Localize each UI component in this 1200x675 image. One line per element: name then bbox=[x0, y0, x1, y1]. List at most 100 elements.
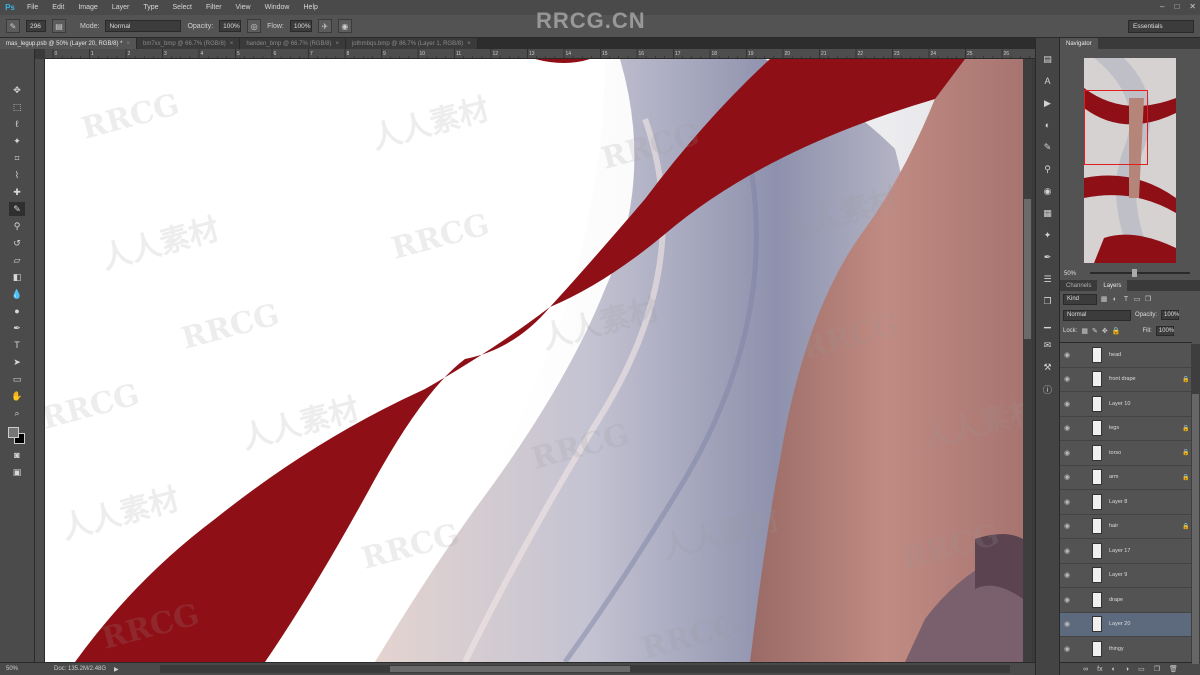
tab-document-2[interactable]: bm7xx_bmp @ 66.7% (RGB/8) × bbox=[137, 38, 241, 49]
menu-window[interactable]: Window bbox=[258, 4, 297, 11]
tool-presets-icon[interactable]: ⚒ bbox=[1041, 360, 1055, 374]
visibility-eye-icon[interactable]: ◉ bbox=[1060, 473, 1074, 481]
layer-thumbnail[interactable] bbox=[1092, 616, 1102, 633]
lasso-tool-icon[interactable]: ℓ bbox=[9, 117, 25, 131]
menu-help[interactable]: Help bbox=[297, 4, 325, 11]
visibility-eye-icon[interactable]: ◉ bbox=[1060, 400, 1074, 408]
canvas-horizontal-scrollbar[interactable] bbox=[160, 665, 1010, 673]
airbrush-icon[interactable]: ✈ bbox=[317, 19, 332, 33]
type-filter-icon[interactable]: T bbox=[1122, 294, 1130, 304]
layer-name[interactable]: head bbox=[1109, 352, 1182, 358]
blur-tool-icon[interactable]: 💧 bbox=[9, 287, 25, 301]
layer-thumbnail[interactable] bbox=[1092, 420, 1102, 437]
screen-mode-icon[interactable]: ▣ bbox=[9, 465, 25, 479]
tab-channels[interactable]: Channels bbox=[1060, 280, 1097, 291]
layer-row[interactable]: ◉ Layer 10 bbox=[1060, 392, 1192, 417]
close-icon[interactable]: ✕ bbox=[1189, 2, 1196, 11]
zoom-tool-icon[interactable]: ⌕ bbox=[9, 406, 25, 420]
delete-layer-icon[interactable]: 🗑 bbox=[1169, 665, 1178, 673]
layer-name[interactable]: arm bbox=[1109, 474, 1182, 480]
layer-name[interactable]: thingy bbox=[1109, 646, 1182, 652]
path-select-tool-icon[interactable]: ➤ bbox=[9, 355, 25, 369]
layer-thumbnail[interactable] bbox=[1092, 346, 1102, 363]
color-swatches[interactable] bbox=[8, 427, 26, 445]
history-brush-tool-icon[interactable]: ↺ bbox=[9, 236, 25, 250]
clone-source-icon[interactable]: ⚲ bbox=[1041, 162, 1055, 176]
eraser-tool-icon[interactable]: ▱ bbox=[9, 253, 25, 267]
shape-tool-icon[interactable]: ▭ bbox=[9, 372, 25, 386]
workspace-select[interactable]: Essentials bbox=[1128, 20, 1194, 33]
adjustment-layer-icon[interactable]: ◑ bbox=[1125, 666, 1129, 673]
hand-tool-icon[interactable]: ✋ bbox=[9, 389, 25, 403]
close-icon[interactable]: × bbox=[126, 41, 130, 47]
layer-row[interactable]: ◉ drape bbox=[1060, 588, 1192, 613]
layer-kind-select[interactable]: Kind bbox=[1063, 293, 1097, 305]
info-icon[interactable]: ⓘ bbox=[1041, 382, 1055, 396]
adjustment-filter-icon[interactable]: ◐ bbox=[1111, 294, 1119, 304]
properties-icon[interactable]: ☰ bbox=[1041, 272, 1055, 286]
visibility-eye-icon[interactable]: ◉ bbox=[1060, 351, 1074, 359]
visibility-eye-icon[interactable]: ◉ bbox=[1060, 596, 1074, 604]
layer-name[interactable]: front drape bbox=[1109, 376, 1182, 382]
add-mask-icon[interactable]: ◐ bbox=[1112, 666, 1116, 673]
mode-select[interactable]: Normal bbox=[105, 20, 182, 32]
move-tool-icon[interactable]: ✥ bbox=[9, 83, 25, 97]
text-icon[interactable]: A bbox=[1041, 74, 1055, 88]
layer-row[interactable]: ◉ Layer 17 bbox=[1060, 539, 1192, 564]
layer-thumbnail[interactable] bbox=[1092, 591, 1102, 608]
layer-row[interactable]: ◉ torso 🔒 bbox=[1060, 441, 1192, 466]
visibility-eye-icon[interactable]: ◉ bbox=[1060, 498, 1074, 506]
layer-thumbnail[interactable] bbox=[1092, 493, 1102, 510]
new-group-icon[interactable]: ▭ bbox=[1138, 665, 1145, 673]
layer-row[interactable]: ◉ Layer 8 bbox=[1060, 490, 1192, 515]
layer-name[interactable]: torso bbox=[1109, 450, 1182, 456]
swatches-icon[interactable]: ▦ bbox=[1041, 206, 1055, 220]
zoom-level[interactable]: 50% bbox=[0, 666, 24, 672]
menu-image[interactable]: Image bbox=[71, 4, 104, 11]
brush-presets-icon[interactable]: ✎ bbox=[1041, 140, 1055, 154]
histogram-icon[interactable]: ▁ bbox=[1041, 316, 1055, 330]
layer-name[interactable]: drape bbox=[1109, 597, 1182, 603]
menu-edit[interactable]: Edit bbox=[45, 4, 71, 11]
close-icon[interactable]: × bbox=[335, 41, 339, 47]
brush-panel-icon[interactable]: ▤ bbox=[52, 19, 66, 33]
brush-tool-icon[interactable]: ✎ bbox=[9, 202, 25, 216]
layers-scrollbar[interactable] bbox=[1191, 344, 1200, 664]
menu-file[interactable]: File bbox=[20, 4, 45, 11]
layer-row[interactable]: ◉ front drape 🔒 bbox=[1060, 367, 1192, 392]
actions-icon[interactable]: ▶ bbox=[1041, 96, 1055, 110]
menu-select[interactable]: Select bbox=[166, 4, 199, 11]
layer-name[interactable]: Layer 9 bbox=[1109, 572, 1182, 578]
layer-thumbnail[interactable] bbox=[1092, 542, 1102, 559]
quick-mask-icon[interactable]: ◙ bbox=[9, 448, 25, 462]
maximize-icon[interactable]: □ bbox=[1174, 2, 1179, 11]
visibility-eye-icon[interactable]: ◉ bbox=[1060, 522, 1074, 530]
dodge-tool-icon[interactable]: ● bbox=[9, 304, 25, 318]
pressure-size-icon[interactable]: ◉ bbox=[337, 19, 352, 33]
visibility-eye-icon[interactable]: ◉ bbox=[1060, 547, 1074, 555]
visibility-eye-icon[interactable]: ◉ bbox=[1060, 424, 1074, 432]
menu-type[interactable]: Type bbox=[136, 4, 165, 11]
visibility-eye-icon[interactable]: ◉ bbox=[1060, 571, 1074, 579]
scroll-thumb[interactable] bbox=[1192, 394, 1199, 664]
slider-knob[interactable] bbox=[1132, 269, 1137, 277]
visibility-eye-icon[interactable]: ◉ bbox=[1060, 620, 1074, 628]
status-menu-icon[interactable]: ▶ bbox=[114, 666, 119, 673]
layer-opacity-field[interactable]: 100% bbox=[1161, 310, 1179, 320]
brush-size-field[interactable]: 296 bbox=[26, 20, 46, 32]
layer-name[interactable]: Layer 8 bbox=[1109, 499, 1182, 505]
menu-layer[interactable]: Layer bbox=[105, 4, 137, 11]
opacity-field[interactable]: 100% bbox=[219, 20, 242, 32]
layer-row[interactable]: ◉ head bbox=[1060, 343, 1192, 368]
visibility-eye-icon[interactable]: ◉ bbox=[1060, 645, 1074, 653]
foreground-color-swatch[interactable] bbox=[8, 427, 19, 438]
layer-row[interactable]: ◉ thingy bbox=[1060, 637, 1192, 660]
eyedropper-tool-icon[interactable]: ⌇ bbox=[9, 168, 25, 182]
blend-mode-select[interactable]: Normal bbox=[1063, 309, 1131, 321]
ruler-left[interactable] bbox=[35, 59, 45, 662]
layer-thumbnail[interactable] bbox=[1092, 395, 1102, 412]
layer-thumbnail[interactable] bbox=[1092, 444, 1102, 461]
type-tool-icon[interactable]: T bbox=[9, 338, 25, 352]
clone-stamp-tool-icon[interactable]: ⚲ bbox=[9, 219, 25, 233]
history-icon[interactable]: ▤ bbox=[1041, 52, 1055, 66]
